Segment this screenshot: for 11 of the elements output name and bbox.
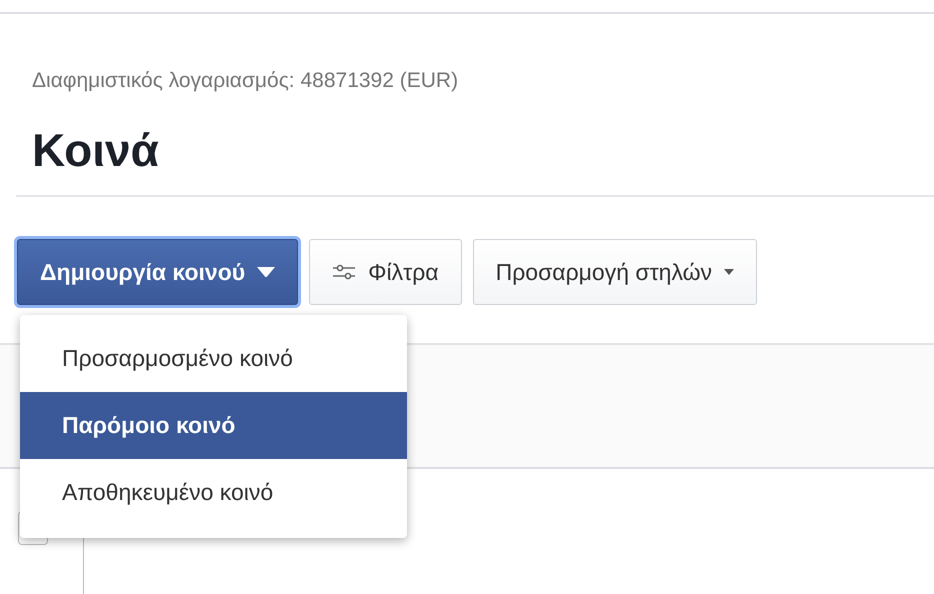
customize-columns-button[interactable]: Προσαρμογή στηλών — [472, 239, 758, 305]
create-audience-button[interactable]: Δημιουργία κοινού — [17, 239, 298, 305]
filter-button[interactable]: Φίλτρα — [309, 239, 462, 305]
page-title: Κοινά — [32, 123, 159, 177]
menu-item[interactable]: Προσαρμοσμένο κοινό — [20, 325, 407, 392]
menu-item[interactable]: Παρόμοιο κοινό — [20, 392, 407, 459]
sliders-icon — [332, 263, 356, 281]
menu-item[interactable]: Αποθηκευμένο κοινό — [20, 459, 407, 526]
caret-icon — [724, 269, 734, 275]
caret-icon — [257, 266, 276, 278]
account-label: Διαφημιστικός λογαριασμός: 48871392 (EUR) — [32, 69, 458, 93]
